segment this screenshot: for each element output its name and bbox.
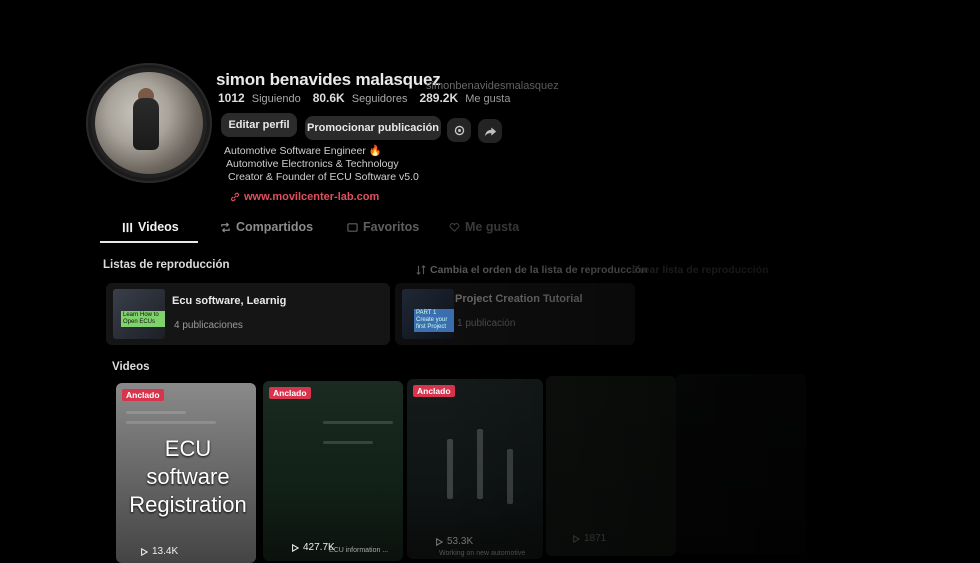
gear-icon	[454, 125, 464, 135]
sort-icon	[416, 265, 426, 275]
video-card[interactable]: Anclado 427.7K ECU information ...	[263, 381, 403, 561]
edit-profile-button[interactable]: Editar perfil	[221, 113, 297, 137]
thumbnail-detail	[507, 449, 513, 504]
video-card[interactable]: 1871	[546, 376, 676, 556]
video-views: 1871	[572, 533, 606, 544]
video-caption: Working on new automotive	[439, 550, 526, 557]
playlist-count: 4 publicaciones	[174, 320, 243, 331]
stat-likes: 289.2K Me gusta	[419, 91, 510, 105]
play-icon	[436, 537, 443, 546]
stat-followers[interactable]: 80.6K Seguidores	[313, 91, 408, 105]
heart-icon	[449, 222, 460, 232]
stat-following-label: Siguiendo	[251, 93, 301, 105]
playlist-title: Project Creation Tutorial	[455, 293, 583, 305]
grid-icon	[122, 222, 133, 232]
play-icon	[292, 543, 299, 552]
profile-page: simon benavides malasquez simonbenavides…	[0, 0, 980, 563]
profile-tabs: Videos Compartidos Favoritos Me gusta	[100, 216, 540, 243]
video-views-count: 53.3K	[447, 536, 474, 547]
reorder-playlists-button[interactable]: Cambia el orden de la lista de reproducc…	[416, 264, 648, 276]
thumbnail-detail	[447, 439, 453, 499]
videos-section-title: Videos	[112, 361, 150, 373]
profile-display-name: simon benavides malasquez	[216, 70, 441, 89]
bio-line: Creator & Founder of ECU Software v5.0	[228, 171, 419, 183]
active-tab-indicator	[100, 241, 198, 243]
stat-likes-value: 289.2K	[419, 91, 459, 105]
playlist-count: 1 publicación	[457, 318, 516, 329]
stat-followers-label: Seguidores	[351, 93, 408, 105]
playlist-thumbnail-tag: PART 1 Create your first Project	[414, 309, 454, 332]
playlist-card[interactable]: Learn How to Open ECUs Ecu software, Lea…	[106, 283, 390, 345]
tab-shared-label: Compartidos	[236, 220, 314, 234]
thumbnail-detail	[477, 429, 483, 499]
profile-link-text: www.movilcenter-lab.com	[244, 191, 380, 203]
avatar-person-body	[133, 98, 159, 150]
video-caption: ECU information ...	[329, 547, 389, 554]
playlist-thumbnail-tag: Learn How to Open ECUs	[121, 311, 165, 327]
tab-likes-label: Me gusta	[465, 220, 520, 234]
bio-line: Automotive Software Engineer 🔥	[224, 145, 382, 157]
video-views: 13.4K	[140, 546, 178, 557]
tab-favorites-label: Favoritos	[363, 220, 420, 234]
video-views-count: 13.4K	[152, 546, 179, 557]
create-playlist-label: Crear lista de reproducción	[632, 264, 769, 276]
avatar[interactable]	[88, 65, 210, 181]
stat-following-value: 1012	[218, 91, 245, 105]
profile-bio: Automotive Software Engineer 🔥 Automotiv…	[224, 145, 419, 184]
playlist-title: Ecu software, Learnig	[172, 295, 287, 307]
stat-following[interactable]: 1012 Siguiendo	[218, 91, 301, 105]
thumbnail-detail	[126, 421, 216, 424]
thumbnail-detail	[323, 421, 393, 424]
tab-videos-label: Videos	[138, 220, 179, 234]
play-icon	[141, 547, 148, 556]
promote-post-button[interactable]: Promocionar publicación	[305, 116, 441, 140]
video-views-count: 1871	[584, 533, 607, 544]
video-card[interactable]: Anclado ECU software Registration 13.4K	[116, 383, 256, 563]
avatar-image	[95, 72, 203, 174]
playlist-thumbnail: PART 1 Create your first Project	[402, 289, 454, 339]
pinned-badge: Anclado	[122, 389, 164, 401]
repost-icon	[221, 221, 230, 233]
tab-favorites[interactable]: Favoritos	[347, 220, 419, 234]
video-card[interactable]: Anclado 53.3K Working on new automotive	[407, 379, 543, 559]
thumbnail-detail	[323, 441, 373, 444]
video-views: 53.3K	[435, 536, 473, 547]
playlist-thumbnail: Learn How to Open ECUs	[113, 289, 165, 339]
create-playlist-button[interactable]: Crear lista de reproducción	[632, 264, 769, 276]
stat-followers-value: 80.6K	[312, 91, 345, 105]
play-icon	[573, 534, 580, 543]
share-icon	[484, 126, 496, 136]
playlists-section-title: Listas de reproducción	[103, 259, 230, 271]
video-card[interactable]	[676, 374, 806, 554]
tab-likes[interactable]: Me gusta	[449, 220, 519, 234]
tab-videos[interactable]: Videos	[122, 220, 179, 234]
pinned-badge: Anclado	[269, 387, 311, 399]
thumbnail-detail	[126, 411, 186, 414]
settings-button[interactable]	[447, 118, 471, 142]
profile-link[interactable]: www.movilcenter-lab.com	[230, 191, 379, 203]
stat-likes-label: Me gusta	[465, 93, 511, 105]
pinned-badge: Anclado	[413, 385, 455, 397]
reorder-playlists-label: Cambia el orden de la lista de reproducc…	[430, 264, 648, 276]
playlist-card[interactable]: PART 1 Create your first Project Project…	[395, 283, 635, 345]
share-profile-button[interactable]	[478, 119, 502, 143]
video-overlay-text: ECU software Registration	[129, 436, 247, 517]
tab-shared[interactable]: Compartidos	[220, 220, 313, 234]
bio-line: Automotive Electronics & Technology	[226, 158, 399, 170]
profile-stats: 1012 Siguiendo 80.6K Seguidores 289.2K M…	[218, 91, 510, 105]
bookmark-icon	[347, 222, 358, 232]
link-icon	[231, 192, 239, 202]
